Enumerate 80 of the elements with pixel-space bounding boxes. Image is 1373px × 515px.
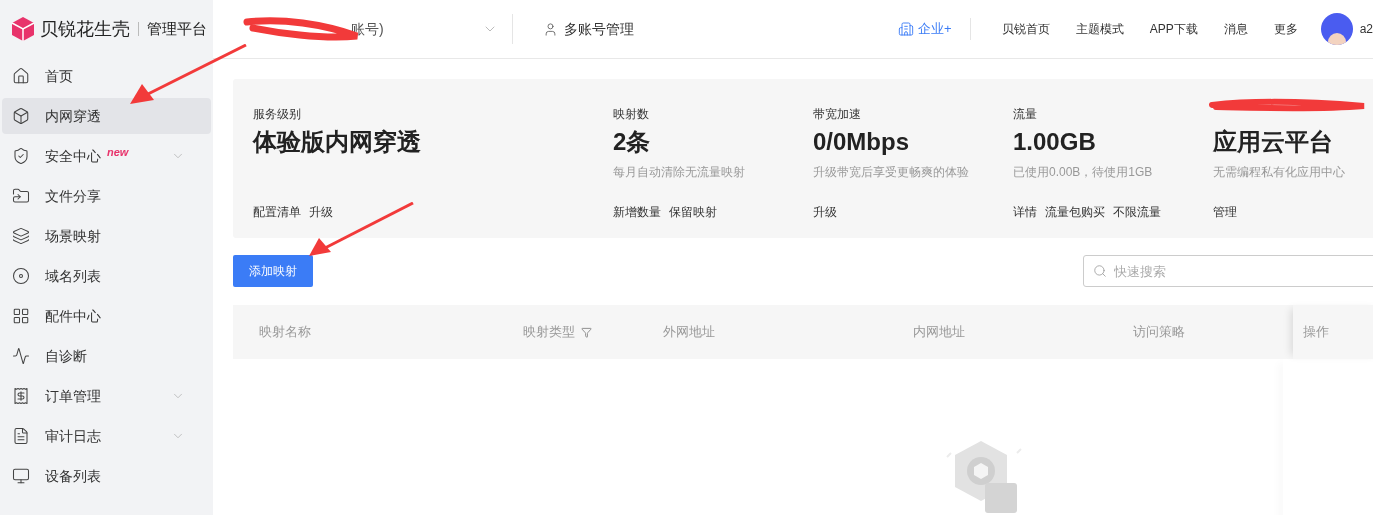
shield-check-icon <box>12 147 30 165</box>
column-header: 映射名称 <box>259 323 311 342</box>
stat-action-link[interactable]: 升级 <box>309 203 333 221</box>
column-header: 外网地址 <box>663 323 715 342</box>
stat-label: 带宽加速 <box>813 107 861 121</box>
stat-action-link[interactable]: 新增数量 <box>613 203 661 221</box>
avatar[interactable] <box>1320 13 1353 45</box>
cube-icon <box>12 107 30 125</box>
sidebar-label: 审计日志 <box>45 426 101 446</box>
stat-note: 无需编程私有化应用中心 <box>1213 165 1345 179</box>
stat-action-link[interactable]: 流量包购买 <box>1045 203 1105 221</box>
brand-name: 贝锐花生壳 <box>40 17 130 41</box>
brand-suffix: 管理平台 <box>147 18 207 39</box>
enterprise-link[interactable]: 企业+ <box>898 18 971 40</box>
search-field[interactable]: 快速搜索 <box>1083 255 1373 287</box>
disc-icon <box>12 267 30 285</box>
sidebar-item[interactable]: 场景映射 <box>2 218 211 254</box>
sidebar-label: 自诊断 <box>45 346 87 366</box>
filter-icon[interactable] <box>581 326 592 338</box>
header-link[interactable]: 贝锐首页 <box>1001 20 1050 38</box>
stat-note: 每月自动清除无流量映射 <box>613 165 745 179</box>
home-icon <box>12 67 30 85</box>
user-icon <box>543 21 558 37</box>
sidebar-item[interactable]: 订单管理 <box>2 378 211 414</box>
stat-action-link[interactable]: 配置清单 <box>253 203 301 221</box>
stat-note: 升级带宽后享受更畅爽的体验 <box>813 165 969 179</box>
add-mapping-button[interactable]: 添加映射 <box>233 255 313 287</box>
sidebar-label: 安全中心 <box>45 146 101 166</box>
header-link[interactable]: APP下载 <box>1149 20 1198 38</box>
stat-note: 已使用0.00B，待使用1GB <box>1013 165 1153 179</box>
column-header: 访问策略 <box>1133 323 1185 342</box>
stat-label: 流量 <box>1013 107 1037 121</box>
sidebar-item[interactable]: 文件分享 <box>2 178 211 214</box>
header-link[interactable]: 消息 <box>1223 20 1248 38</box>
sidebar-item[interactable]: 首页 <box>2 58 211 94</box>
stat-value: 应用云平台 <box>1213 127 1334 157</box>
sidebar-label: 首页 <box>45 66 73 86</box>
username: a2 <box>1359 21 1373 38</box>
multi-account-link[interactable]: 多账号管理 <box>543 18 634 40</box>
building-icon <box>898 21 915 37</box>
sidebar-label: 场景映射 <box>45 226 101 246</box>
folder-icon <box>12 187 30 205</box>
column-header: 操作 <box>1303 323 1329 342</box>
sidebar-label: 配件中心 <box>45 306 101 326</box>
layers-icon <box>12 227 30 245</box>
stat-action-link[interactable]: 升级 <box>813 203 837 221</box>
stat-value: 2条 <box>613 127 652 157</box>
document-icon <box>12 427 30 445</box>
sidebar-item[interactable]: 域名列表 <box>2 258 211 294</box>
column-header: 内网地址 <box>913 323 965 342</box>
new-label: new <box>107 144 129 160</box>
sidebar-label: 设备列表 <box>45 466 101 486</box>
header-link[interactable]: 主题模式 <box>1075 20 1124 38</box>
stat-action-link[interactable]: 管理 <box>1213 203 1237 221</box>
stat-action-link[interactable]: 保留映射 <box>669 203 717 221</box>
logo-icon <box>10 16 36 42</box>
grid-icon <box>12 307 30 325</box>
stat-value: 0/0Mbps <box>813 127 911 157</box>
sidebar-label: 订单管理 <box>45 386 101 406</box>
sidebar-label: 内网穿透 <box>45 106 101 126</box>
sidebar-item[interactable]: 审计日志 <box>2 418 211 454</box>
stat-label: 服务级别 <box>253 107 301 121</box>
sidebar-item[interactable]: 内网穿透 <box>2 98 211 134</box>
sidebar-label: 文件分享 <box>45 186 101 206</box>
search-icon <box>1093 264 1107 278</box>
header-link[interactable]: 更多 <box>1273 20 1298 38</box>
sidebar-item[interactable]: 安全中心 new <box>2 138 211 174</box>
stat-action-link[interactable]: 详情 <box>1013 203 1037 221</box>
sidebar-label: 域名列表 <box>45 266 101 286</box>
sidebar-item[interactable]: 设备列表 <box>2 458 211 494</box>
stat-value: 1.00GB <box>1013 127 1097 157</box>
pulse-icon <box>12 347 30 365</box>
stat-label: 映射数 <box>613 107 649 121</box>
sidebar-item[interactable]: 配件中心 <box>2 298 211 334</box>
monitor-icon <box>12 467 30 485</box>
stat-value: 体验版内网穿透 <box>253 127 422 157</box>
sidebar-item[interactable]: 自诊断 <box>2 338 211 374</box>
receipt-icon <box>12 387 30 405</box>
stat-action-link[interactable]: 不限流量 <box>1113 203 1161 221</box>
column-header: 映射类型 <box>523 323 575 342</box>
